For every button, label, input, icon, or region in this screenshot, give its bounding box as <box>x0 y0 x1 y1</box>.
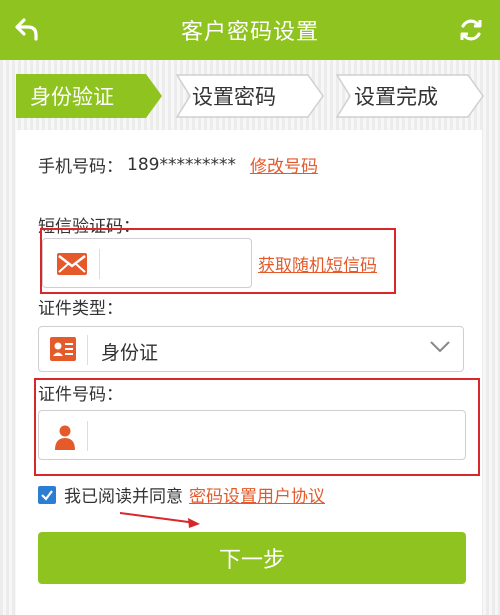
form-card: 手机号码： 189********* 修改号码 短信验证码： 获取随机短信码 证… <box>16 130 482 615</box>
step-set-password: 设置密码 <box>176 74 324 118</box>
step-complete: 设置完成 <box>336 74 484 118</box>
id-type-selected-value: 身份证 <box>101 342 159 364</box>
top-bar: 客户密码设置 <box>0 0 500 60</box>
next-step-button[interactable]: 下一步 <box>38 532 466 584</box>
id-card-icon <box>49 335 77 363</box>
refresh-icon <box>460 19 482 41</box>
step-label: 设置完成 <box>354 85 438 109</box>
input-divider <box>87 421 88 451</box>
step-label: 身份验证 <box>30 85 114 109</box>
step-label: 设置密码 <box>192 85 276 109</box>
phone-row: 手机号码： 189********* 修改号码 <box>38 152 318 178</box>
get-sms-code-link[interactable]: 获取随机短信码 <box>258 251 377 276</box>
step-indicator: 身份验证 设置密码 设置完成 <box>16 74 486 118</box>
chevron-down-icon <box>429 339 451 358</box>
sms-code-input[interactable] <box>42 238 252 288</box>
back-arrow-icon <box>15 18 38 41</box>
envelope-icon <box>51 249 93 279</box>
page-title: 客户密码设置 <box>180 20 319 45</box>
id-number-label: 证件号码： <box>38 385 123 405</box>
agreement-text: 我已阅读并同意 <box>64 487 183 507</box>
agreement-row: 我已阅读并同意 密码设置用户协议 <box>38 482 325 507</box>
id-type-select[interactable]: 身份证 <box>38 326 464 372</box>
change-number-link[interactable]: 修改号码 <box>250 152 318 177</box>
phone-value: 189********* <box>127 154 236 175</box>
back-button[interactable] <box>10 12 44 46</box>
checkmark-icon <box>41 489 53 501</box>
select-divider <box>87 335 88 365</box>
input-divider <box>99 249 100 279</box>
phone-label: 手机号码： <box>38 157 123 177</box>
agreement-checkbox[interactable] <box>38 485 56 504</box>
refresh-button[interactable] <box>454 13 488 47</box>
person-icon <box>51 423 79 451</box>
id-type-label: 证件类型： <box>38 299 123 319</box>
step-identity-verification: 身份验证 <box>16 74 162 118</box>
id-number-input[interactable] <box>38 410 466 460</box>
user-agreement-link[interactable]: 密码设置用户协议 <box>189 482 325 507</box>
